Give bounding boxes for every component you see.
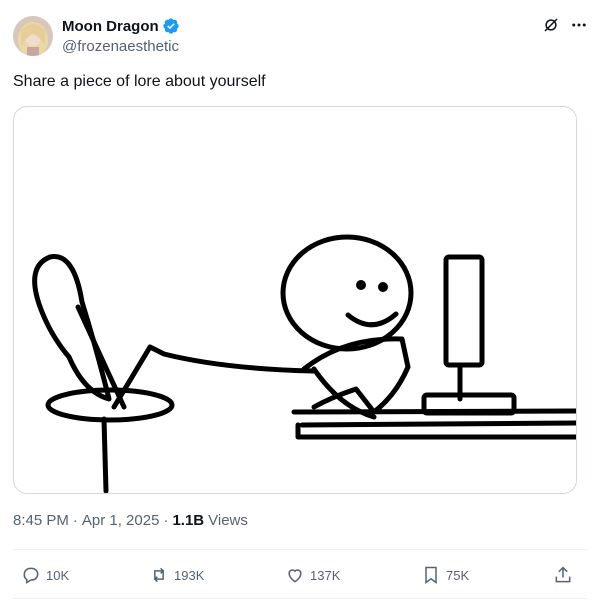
repost-button[interactable]: 193K — [149, 560, 204, 590]
like-count: 137K — [310, 567, 341, 583]
views-label: Views — [208, 512, 248, 529]
repost-count: 193K — [174, 567, 205, 583]
bookmark-count: 75K — [446, 567, 470, 583]
share-button[interactable] — [553, 560, 578, 590]
like-icon — [288, 569, 302, 583]
divider — [13, 598, 588, 599]
share-icon — [555, 566, 571, 583]
tweet-time[interactable]: 8:45 PM — [13, 512, 69, 529]
divider — [13, 549, 588, 550]
repost-icon — [153, 567, 165, 583]
handle[interactable]: @frozenaesthetic — [62, 38, 180, 55]
bookmark-button[interactable]: 75K — [421, 560, 469, 590]
reply-button[interactable]: 10K — [21, 560, 69, 590]
stick-figure-drawing — [32, 234, 576, 493]
display-name[interactable]: Moon Dragon — [62, 18, 159, 35]
grok-icon[interactable] — [542, 16, 560, 34]
more-icon[interactable] — [570, 16, 588, 34]
reply-icon — [23, 567, 39, 584]
separator-dot: · — [72, 512, 78, 529]
avatar[interactable] — [13, 16, 53, 56]
tweet-date[interactable]: Apr 1, 2025 — [82, 512, 160, 529]
tweet-text: Share a piece of lore about yourself — [13, 73, 266, 90]
tweet-meta: 8:45 PM · Apr 1, 2025 · 1.1B Views — [13, 512, 248, 529]
tweet-media-image[interactable] — [13, 106, 577, 494]
reply-count: 10K — [46, 567, 70, 583]
verified-badge-icon — [162, 18, 179, 34]
like-button[interactable]: 137K — [285, 560, 340, 590]
tweet-header: Moon Dragon @frozenaesthetic — [13, 14, 588, 58]
views-count[interactable]: 1.1B — [172, 512, 204, 529]
separator-dot: · — [163, 512, 169, 529]
bookmark-icon — [425, 566, 437, 584]
action-bar: 10K 193K 137K 75K — [13, 560, 577, 590]
